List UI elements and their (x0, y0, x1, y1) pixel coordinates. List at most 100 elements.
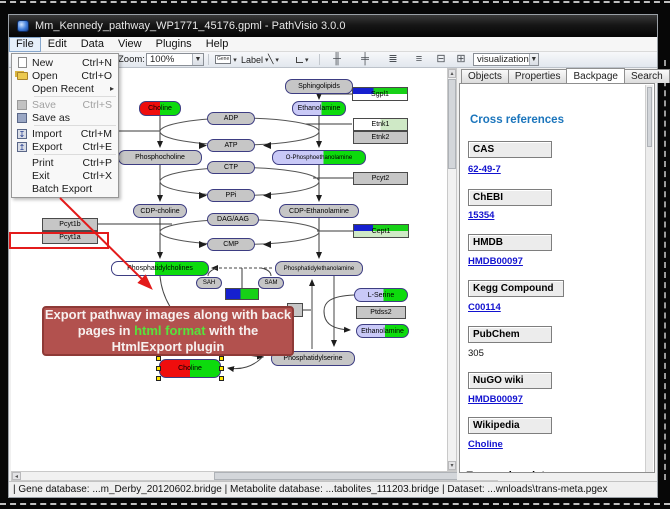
chevron-down-icon[interactable]: ▼ (192, 54, 203, 65)
xref-link-chebi[interactable]: 15354 (468, 210, 494, 221)
scrollbar-thumb[interactable] (214, 472, 476, 480)
selection-handle[interactable] (219, 376, 224, 381)
node-phosphocholine[interactable]: Phosphocholine (118, 150, 202, 165)
node-ppi[interactable]: PPi (207, 189, 255, 202)
cross-references-heading: Cross references (470, 114, 564, 126)
node-ctp[interactable]: CTP (207, 161, 255, 174)
node-choline-selected[interactable]: Choline (159, 359, 221, 378)
node-cept1[interactable]: Cept1 (353, 224, 409, 238)
selection-handle[interactable] (156, 376, 161, 381)
scrollbar-thumb[interactable] (647, 87, 652, 147)
menu-item-exit[interactable]: Exit Ctrl+X (12, 169, 118, 182)
screenshot-tear-top (0, 1, 670, 3)
xref-link-nugo[interactable]: HMDB00097 (468, 394, 523, 405)
connector-tool-button[interactable]: ▾ (294, 53, 311, 66)
node-phosphatidylethanolamine[interactable]: Phosphatidylethanolamine (275, 261, 363, 276)
node-adp[interactable]: ADP (207, 112, 255, 125)
selection-handle[interactable] (219, 366, 224, 371)
xref-link-hmdb[interactable]: HMDB00097 (468, 256, 523, 267)
scrollbar-thumb[interactable] (448, 79, 456, 169)
selected-node-wrapper: Choline (159, 359, 221, 378)
xref-link-cas[interactable]: 62-49-7 (468, 164, 501, 175)
node-sam[interactable]: SAM (258, 277, 284, 289)
menu-item-new[interactable]: New Ctrl+N (12, 56, 118, 69)
tab-objects[interactable]: Objects (461, 69, 509, 83)
backpage-panel: Cross references CAS 62-49-7 ChEBI 15354… (459, 83, 655, 473)
visualization-combobox[interactable]: visualization▼ (473, 53, 539, 66)
node-cdp-choline[interactable]: CDP-choline (133, 204, 187, 218)
title-bar[interactable]: Mm_Kennedy_pathway_WP1771_45176.gpml - P… (9, 15, 657, 37)
menu-help[interactable]: Help (199, 37, 236, 52)
menu-item-open[interactable]: Open Ctrl+O (12, 69, 118, 82)
selection-handle[interactable] (156, 356, 161, 361)
menu-item-open-recent[interactable]: Open Recent ▸ (12, 82, 118, 95)
datanode-tool-button[interactable]: Gene ▾ (213, 53, 239, 66)
node-sphingolipids[interactable]: Sphingolipids (285, 79, 353, 94)
node-dag-aag[interactable]: DAG/AAG (207, 213, 259, 226)
menu-separator (34, 154, 116, 155)
xref-source-cas: CAS (468, 141, 552, 158)
line-tool-button[interactable]: ╲ ▾ (266, 53, 281, 66)
node-ptdss2[interactable]: Ptdss2 (356, 306, 406, 319)
node-etnk1[interactable]: Etnk1 (353, 118, 408, 131)
menu-edit[interactable]: Edit (41, 37, 74, 52)
align-center-y-icon[interactable]: ╪ (357, 53, 373, 66)
stack-horizontal-icon[interactable]: ≡ (411, 53, 427, 66)
node-ethanolamine[interactable]: Ethanolamine (292, 101, 346, 116)
menu-plugins[interactable]: Plugins (149, 37, 199, 52)
canvas-vertical-scrollbar[interactable]: ▴ ▾ (447, 68, 457, 471)
menu-data[interactable]: Data (74, 37, 111, 52)
gene-node-icon: Gene (215, 55, 231, 64)
batch-export-highlight-rect (9, 232, 109, 249)
panel-vertical-scrollbar[interactable] (645, 85, 653, 473)
menu-view[interactable]: View (111, 37, 149, 52)
node-ethanolamine-bottom[interactable]: Ethanolamine (356, 324, 409, 338)
node-o-phosphoethanolamine[interactable]: O-Phosphoethanolamine (272, 150, 366, 165)
node-sah[interactable]: SAH (196, 277, 222, 289)
stack-vertical-icon[interactable]: ≣ (385, 53, 401, 66)
menu-item-export[interactable]: ↥ Export Ctrl+E (12, 140, 118, 153)
tab-search[interactable]: Search (624, 69, 670, 83)
node-atp[interactable]: ATP (207, 139, 255, 152)
annotation-callout: Export pathway images along with back pa… (42, 306, 294, 356)
node-pcyt2[interactable]: Pcyt2 (353, 172, 408, 185)
node-phosphatidylcholines[interactable]: Phosphatidylcholines (111, 261, 209, 276)
node-cdp-ethanolamine[interactable]: CDP-Ethanolamine (279, 204, 359, 218)
menu-item-save[interactable]: Save Ctrl+S (12, 98, 118, 111)
menu-item-import[interactable]: ↧ Import Ctrl+M (12, 127, 118, 140)
node-sgpl1[interactable]: Sgpl1 (352, 87, 408, 101)
canvas-horizontal-scrollbar[interactable]: ◂ ▸ (11, 471, 498, 481)
chevron-down-icon: ▾ (305, 56, 309, 64)
chevron-down-icon: ▾ (233, 56, 237, 64)
scroll-up-icon[interactable]: ▴ (448, 69, 456, 78)
node-pcyt1b[interactable]: Pcyt1b (42, 218, 98, 231)
node-choline[interactable]: Choline (139, 101, 181, 116)
side-panel: Objects Properties Backpage Search Legen… (457, 68, 657, 480)
annotation-line3: HtmlExport plugin (112, 339, 225, 355)
menu-item-batch-export[interactable]: Batch Export (12, 182, 118, 195)
scroll-left-icon[interactable]: ◂ (12, 472, 21, 480)
tab-properties[interactable]: Properties (508, 69, 568, 83)
align-center-x-icon[interactable]: ╫ (329, 53, 345, 66)
application-window: Mm_Kennedy_pathway_WP1771_45176.gpml - P… (8, 14, 658, 498)
menu-item-print[interactable]: Print Ctrl+P (12, 156, 118, 169)
chevron-down-icon[interactable]: ▼ (529, 54, 538, 65)
xref-link-wikipedia[interactable]: Choline (468, 439, 503, 450)
xref-link-kegg[interactable]: C00114 (468, 302, 501, 313)
menu-file[interactable]: File (9, 37, 41, 52)
node-cmp[interactable]: CMP (207, 238, 255, 251)
common-width-icon[interactable]: ⊟ (433, 53, 449, 66)
node-etnk2[interactable]: Etnk2 (353, 131, 408, 144)
tab-backpage[interactable]: Backpage (566, 68, 624, 83)
selection-handle[interactable] (156, 366, 161, 371)
zoom-combobox[interactable]: 100%▼ (146, 53, 204, 66)
menu-item-save-as[interactable]: Save as (12, 111, 118, 124)
scroll-down-icon[interactable]: ▾ (448, 461, 456, 470)
import-icon: ↧ (17, 129, 27, 139)
node-l-serine[interactable]: L-Serine (354, 288, 408, 302)
xref-source-kegg: Kegg Compound (468, 280, 564, 297)
window-title: Mm_Kennedy_pathway_WP1771_45176.gpml - P… (35, 20, 345, 32)
selection-handle[interactable] (219, 356, 224, 361)
common-height-icon[interactable]: ⊞ (453, 53, 469, 66)
gene-box-partial-pemt[interactable] (225, 288, 259, 300)
